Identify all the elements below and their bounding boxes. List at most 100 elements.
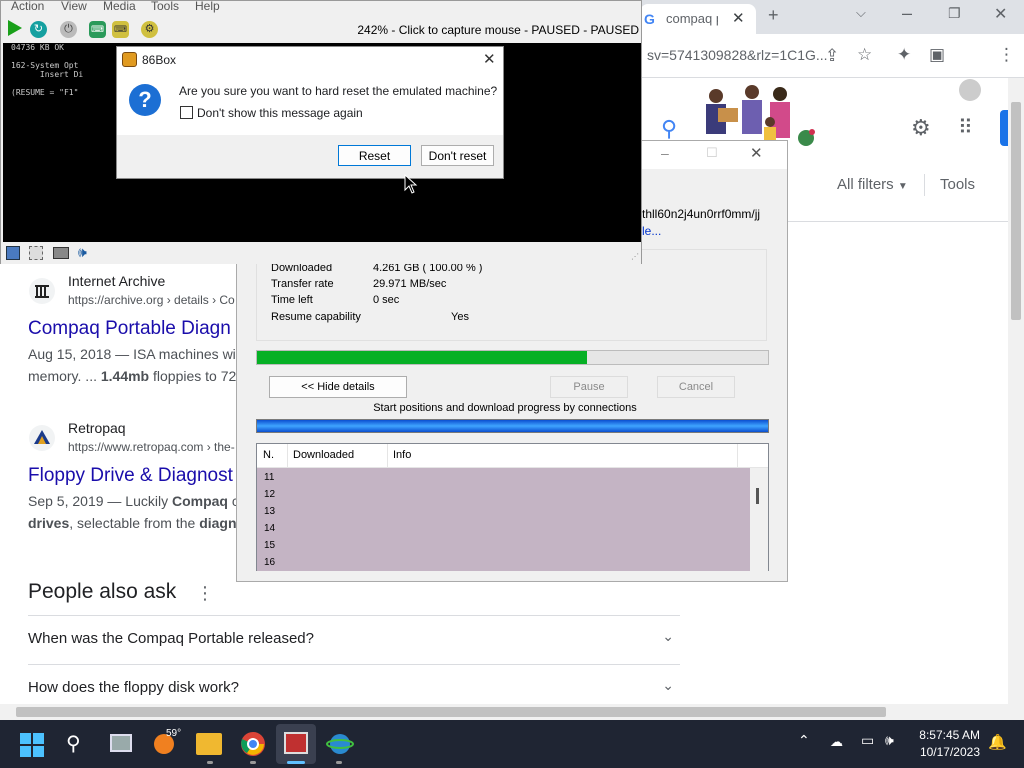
windows-start-icon[interactable]: [20, 733, 44, 757]
chevron-down-icon[interactable]: ⌵: [856, 5, 866, 21]
table-row[interactable]: 16: [264, 557, 275, 568]
clock-date[interactable]: 10/17/2023: [906, 745, 980, 759]
floppy-icon[interactable]: [6, 246, 20, 260]
caret-down-icon: ▼: [897, 181, 908, 192]
result-title-link[interactable]: Floppy Drive & Diagnost: [28, 465, 233, 487]
emulator-toolbar: ↻ ⏻ ⌨ ⌨ ⚙ 242% - Click to capture mouse …: [1, 15, 641, 43]
resume-capability-value: Yes: [451, 311, 469, 323]
reset-button[interactable]: Reset: [338, 145, 411, 166]
chrome-icon[interactable]: [240, 731, 266, 757]
minimize-icon[interactable]: –: [902, 3, 912, 24]
column-header[interactable]: Downloaded: [293, 449, 354, 461]
horizontal-scrollbar[interactable]: [0, 704, 1024, 720]
star-icon[interactable]: ☆: [857, 45, 872, 65]
scrollbar-thumb[interactable]: [756, 488, 759, 504]
hard-disk-icon[interactable]: [53, 247, 69, 259]
url-text[interactable]: sv=5741309828&rlz=1C1G...: [647, 47, 828, 63]
pause-button[interactable]: Pause: [550, 376, 628, 398]
dialog-body: ? Are you sure you want to hard reset th…: [117, 73, 503, 135]
dont-reset-button[interactable]: Don't reset: [421, 145, 494, 166]
reset-icon[interactable]: ↻: [30, 21, 47, 38]
task-view-icon[interactable]: [110, 734, 132, 752]
scrollbar-thumb[interactable]: [1011, 102, 1021, 320]
volume-icon[interactable]: 🕪: [885, 732, 894, 749]
menu-tools[interactable]: Tools: [151, 0, 179, 13]
search-icon[interactable]: ⚲: [66, 731, 81, 756]
taskbar: ⚲ 59° ⌃ ☁ ▭ 🕪 8:57:45 AM 10/17/2023 🔔: [0, 720, 1024, 768]
chevron-up-icon[interactable]: ⌃: [798, 732, 810, 749]
sign-in-button[interactable]: [1000, 110, 1008, 146]
network-icon[interactable]: ▭: [861, 732, 874, 749]
new-tab-icon[interactable]: +: [768, 5, 779, 26]
menu-help[interactable]: Help: [195, 0, 220, 13]
connections-table[interactable]: N. Downloaded Info 11 12 13 14 15 16: [256, 443, 769, 571]
snippet-text: memory. ...: [28, 368, 101, 384]
result-url[interactable]: https://www.retropaq.com › the-: [68, 440, 235, 454]
table-row[interactable]: 12: [264, 489, 275, 500]
hide-details-button[interactable]: << Hide details: [269, 376, 407, 398]
apps-grid-icon[interactable]: ⠿: [958, 115, 973, 140]
settings-gear-icon[interactable]: ⚙: [911, 115, 931, 141]
extensions-icon[interactable]: ✦: [897, 45, 911, 65]
settings-gear-icon[interactable]: ⚙: [141, 21, 158, 38]
cancel-button[interactable]: Cancel: [657, 376, 735, 398]
retropaq-icon: [29, 425, 55, 451]
notification-bell-icon[interactable]: 🔔: [988, 733, 1007, 751]
column-header[interactable]: N.: [263, 449, 274, 461]
dialog-question: Are you sure you want to hard reset the …: [179, 84, 498, 98]
table-row[interactable]: 14: [264, 523, 275, 534]
close-icon[interactable]: ✕: [750, 144, 763, 162]
emulator-status-bar: 🕪 ⋰: [1, 242, 641, 264]
snippet-line: Sep 5, 2019 — Luckily Compaq co: [28, 490, 247, 512]
idm-icon[interactable]: [326, 732, 354, 756]
onedrive-icon[interactable]: ☁: [830, 734, 843, 750]
all-filters-button[interactable]: All filters ▼: [837, 176, 908, 193]
maximize-icon[interactable]: ❐: [948, 5, 961, 22]
transfer-rate-label: Transfer rate: [271, 278, 334, 290]
paa-question[interactable]: When was the Compaq Portable released? ⌄: [28, 615, 680, 663]
browser-tab[interactable]: G compaq p ✕: [640, 4, 756, 34]
table-row[interactable]: 15: [264, 540, 275, 551]
vertical-scrollbar[interactable]: [1008, 78, 1024, 704]
more-options-icon[interactable]: ⋮: [196, 583, 214, 604]
sound-icon[interactable]: 🕪: [78, 244, 87, 261]
screen-line: 162-System Opt: [11, 61, 79, 70]
avatar[interactable]: [959, 79, 981, 101]
file-explorer-icon[interactable]: [196, 733, 222, 755]
minimize-icon[interactable]: –: [661, 145, 669, 161]
column-header[interactable]: Info: [393, 449, 411, 461]
play-icon[interactable]: [8, 20, 22, 36]
clock-time[interactable]: 8:57:45 AM: [906, 728, 980, 742]
scrollbar-thumb[interactable]: [16, 707, 886, 717]
side-panel-icon[interactable]: ▣: [929, 45, 945, 65]
result-title-link[interactable]: Compaq Portable Diagn: [28, 318, 231, 340]
ctrl-alt-del-icon[interactable]: ⌨: [89, 21, 106, 38]
result-site-name: Internet Archive: [68, 273, 166, 289]
table-row[interactable]: 13: [264, 506, 275, 517]
running-indicator: [336, 761, 342, 764]
table-row[interactable]: 11: [264, 472, 274, 483]
86box-taskbar-icon[interactable]: [284, 732, 308, 754]
menu-media[interactable]: Media: [103, 0, 136, 13]
power-icon[interactable]: ⏻: [60, 21, 77, 38]
dont-show-again-checkbox[interactable]: [180, 106, 193, 119]
menu-action[interactable]: Action: [11, 0, 44, 13]
close-icon[interactable]: ✕: [483, 50, 496, 68]
menu-view[interactable]: View: [61, 0, 87, 13]
drive-icon[interactable]: [29, 246, 43, 260]
result-snippet: Sep 5, 2019 — Luckily Compaq co drives, …: [28, 490, 247, 534]
menu-icon[interactable]: ⋮: [998, 45, 1015, 65]
share-icon[interactable]: ⇪: [825, 46, 839, 66]
search-icon[interactable]: ⚲: [661, 116, 677, 142]
table-scrollbar[interactable]: [750, 468, 768, 571]
ctrl-alt-esc-icon[interactable]: ⌨: [112, 21, 129, 38]
checkbox-label[interactable]: Don't show this message again: [197, 106, 363, 120]
snippet-text: floppies to 72: [149, 368, 237, 384]
tools-button[interactable]: Tools: [940, 176, 975, 193]
internet-archive-icon: [29, 278, 55, 304]
close-tab-icon[interactable]: ✕: [732, 9, 745, 27]
result-url[interactable]: https://archive.org › details › Co: [68, 293, 235, 307]
resize-grip-icon[interactable]: ⋰: [631, 252, 639, 261]
download-url-link[interactable]: le...: [642, 224, 661, 238]
close-window-icon[interactable]: ✕: [994, 4, 1007, 24]
